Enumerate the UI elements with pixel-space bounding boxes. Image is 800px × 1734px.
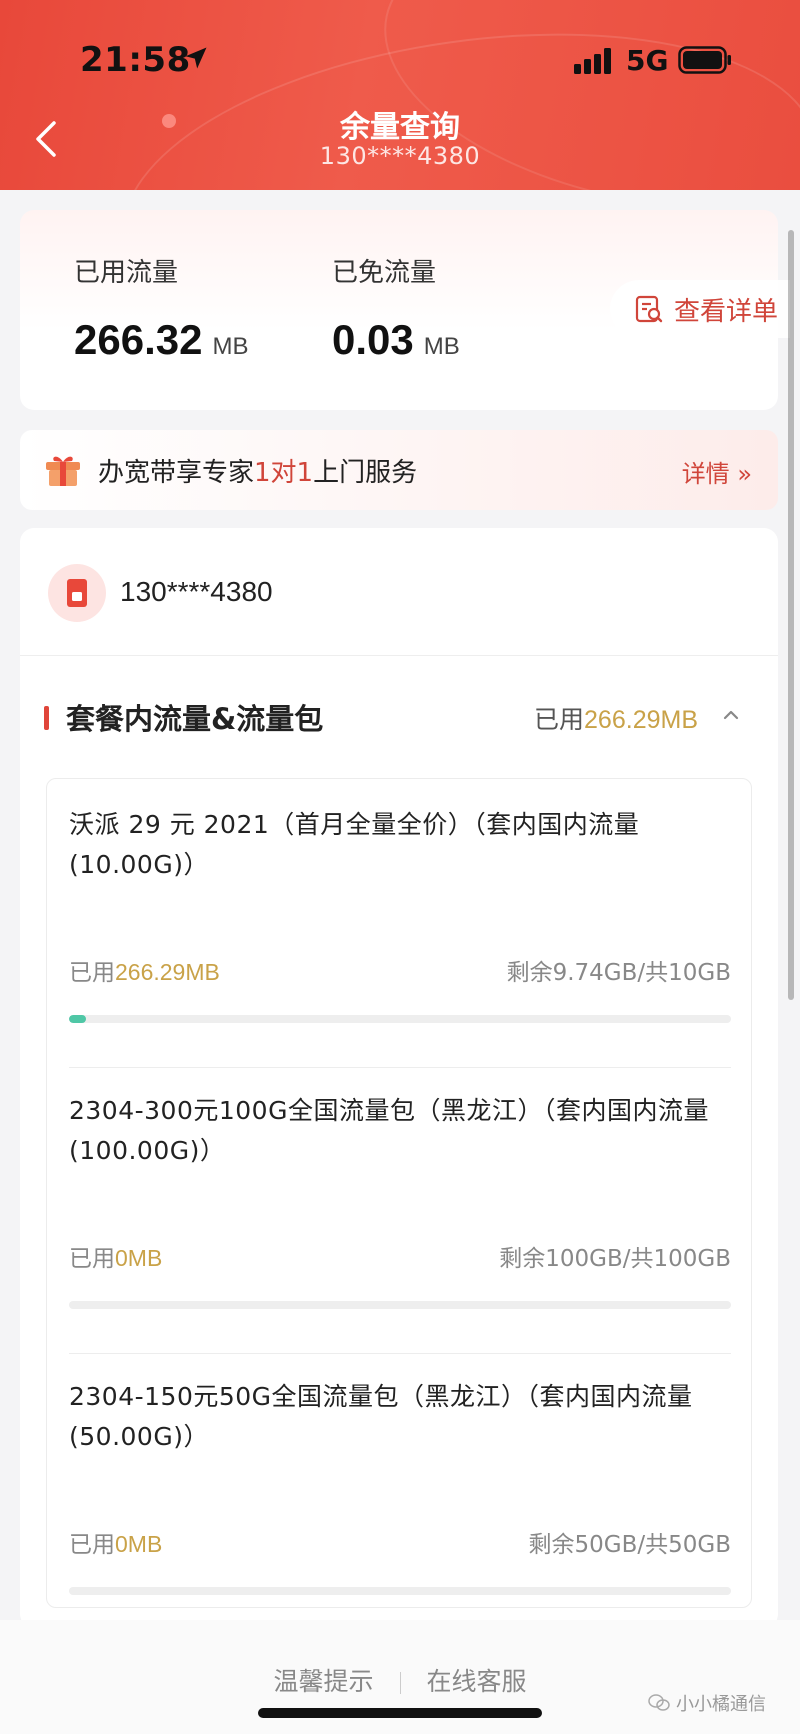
header-bar: 21:58 5G 余量查询 130****4380 bbox=[0, 0, 800, 190]
promo-text-part: 办宽带享专家 bbox=[98, 458, 255, 488]
divider bbox=[69, 1353, 731, 1354]
section-used-prefix: 已用 bbox=[534, 705, 585, 734]
watermark-text: 小小橘通信 bbox=[676, 1694, 766, 1715]
scrollbar[interactable] bbox=[788, 230, 794, 1000]
free-traffic-number: 0.03 bbox=[332, 316, 414, 363]
account-phone-number: 130****4380 bbox=[120, 576, 273, 607]
used-traffic-number: 266.32 bbox=[74, 316, 203, 363]
package-used-prefix: 已用 bbox=[69, 1532, 115, 1558]
account-row: 130****4380 bbox=[20, 528, 778, 656]
package-item: 2304-300元100G全国流量包（黑龙江）（套内国内流量(100.00G)）… bbox=[69, 1091, 731, 1354]
package-progress-bar bbox=[69, 1015, 731, 1023]
page-title: 余量查询 bbox=[340, 110, 460, 145]
page-subtitle: 130****4380 bbox=[319, 142, 481, 170]
free-traffic-label: 已免流量 bbox=[332, 258, 437, 288]
status-time: 21:58 bbox=[80, 40, 191, 80]
home-indicator[interactable] bbox=[258, 1708, 542, 1718]
watermark: 小小橘通信 bbox=[648, 1690, 766, 1716]
package-name: 沃派 29 元 2021（首月全量全价）（套内国内流量(10.00G)） bbox=[69, 810, 640, 879]
package-used-value: 0MB bbox=[115, 1245, 163, 1271]
package-name: 2304-300元100G全国流量包（黑龙江）（套内国内流量(100.00G)） bbox=[69, 1096, 709, 1165]
package-used-prefix: 已用 bbox=[69, 960, 115, 986]
view-detail-label: 查看详单 bbox=[674, 296, 779, 327]
network-type: 5G bbox=[626, 44, 669, 77]
package-used: 已用266.29MB bbox=[69, 953, 220, 987]
broadband-promo-banner[interactable]: 办宽带享专家1对1上门服务 详情 » bbox=[20, 430, 778, 510]
section-title: 套餐内流量&流量包 bbox=[66, 702, 324, 736]
package-name: 2304-150元50G全国流量包（黑龙江）（套内国内流量(50.00G)） bbox=[69, 1382, 693, 1451]
sim-card-icon bbox=[48, 564, 106, 622]
package-item: 沃派 29 元 2021（首月全量全价）（套内国内流量(10.00G)） 已用2… bbox=[69, 805, 731, 1068]
gift-icon bbox=[46, 456, 80, 486]
package-progress-bar bbox=[69, 1301, 731, 1309]
location-arrow-icon bbox=[185, 47, 207, 69]
promo-text-part: 上门服务 bbox=[313, 458, 418, 488]
package-list: 沃派 29 元 2021（首月全量全价）（套内国内流量(10.00G)） 已用2… bbox=[46, 778, 752, 1608]
used-traffic-label: 已用流量 bbox=[74, 258, 179, 288]
footer-separator bbox=[399, 1672, 401, 1694]
signal-icon bbox=[574, 48, 611, 74]
package-remaining: 剩余100GB/共100GB bbox=[499, 1246, 731, 1272]
package-remaining: 剩余50GB/共50GB bbox=[528, 1532, 732, 1558]
package-used-prefix: 已用 bbox=[69, 1246, 115, 1272]
divider bbox=[69, 1067, 731, 1068]
promo-text: 办宽带享专家1对1上门服务 bbox=[98, 452, 417, 489]
free-traffic-unit: MB bbox=[423, 333, 460, 360]
package-used-value: 266.29MB bbox=[115, 959, 220, 985]
chevron-up-icon[interactable] bbox=[720, 704, 742, 726]
bill-search-icon bbox=[635, 295, 663, 323]
promo-text-highlight: 1对1 bbox=[254, 458, 314, 488]
usage-summary-card: 已用流量 已免流量 266.32 MB 0.03 MB 查看详单 bbox=[20, 210, 790, 410]
section-used-value: 266.29MB bbox=[584, 706, 698, 734]
section-used-summary: 已用266.29MB bbox=[534, 700, 698, 736]
view-detail-button[interactable]: 查看详单 bbox=[610, 280, 790, 338]
package-card: 130****4380 套餐内流量&流量包 已用266.29MB 沃派 29 元… bbox=[20, 528, 778, 1628]
promo-detail-link[interactable]: 详情 » bbox=[682, 454, 752, 489]
package-used-value: 0MB bbox=[115, 1531, 163, 1557]
battery-icon bbox=[678, 46, 731, 74]
warm-tips-link[interactable]: 温馨提示 bbox=[273, 1667, 373, 1696]
package-used: 已用0MB bbox=[69, 1525, 162, 1559]
used-traffic-value: 266.32 MB bbox=[74, 316, 248, 364]
package-section-header[interactable]: 套餐内流量&流量包 已用266.29MB bbox=[20, 656, 778, 776]
package-remaining: 剩余9.74GB/共10GB bbox=[506, 960, 731, 986]
package-progress-bar bbox=[69, 1587, 731, 1595]
free-traffic-value: 0.03 MB bbox=[332, 316, 460, 364]
wechat-icon bbox=[648, 1694, 670, 1711]
package-item: 2304-150元50G全国流量包（黑龙江）（套内国内流量(50.00G)） 已… bbox=[69, 1377, 731, 1609]
package-used: 已用0MB bbox=[69, 1239, 162, 1273]
used-traffic-unit: MB bbox=[212, 333, 249, 360]
section-accent-bar bbox=[44, 706, 49, 730]
online-service-link[interactable]: 在线客服 bbox=[427, 1667, 527, 1696]
package-progress-fill bbox=[69, 1015, 87, 1023]
